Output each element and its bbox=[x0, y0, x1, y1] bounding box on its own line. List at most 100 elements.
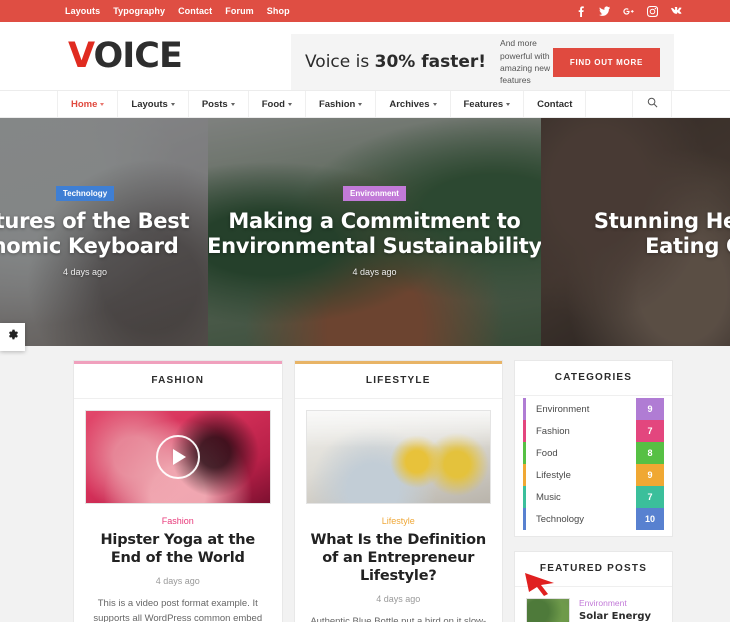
main-navigation: Home Layouts Posts Food Fashion Archives… bbox=[0, 90, 730, 118]
nav-item-layouts[interactable]: Layouts bbox=[118, 91, 189, 117]
category-row-technology[interactable]: Technology 10 bbox=[523, 508, 664, 530]
category-row-fashion[interactable]: Fashion 7 bbox=[523, 420, 664, 442]
slide-title-line1: Stunning Health bbox=[593, 209, 730, 234]
widget-categories: CATEGORIES Environment 9 Fashion 7 Food … bbox=[514, 360, 673, 537]
nav-item-fashion-label: Fashion bbox=[318, 98, 356, 110]
top-bar: Layouts Typography Contact Forum Shop bbox=[0, 0, 730, 22]
slide-title-environment: Making a Commitment to Environmental Sus… bbox=[208, 209, 541, 259]
search-button[interactable] bbox=[632, 91, 672, 117]
card-fashion-category[interactable]: Fashion bbox=[85, 516, 271, 526]
nav-item-features[interactable]: Features bbox=[451, 91, 525, 117]
category-count-food: 8 bbox=[636, 442, 664, 464]
featured-post-title[interactable]: Solar Energy for Mother Earth and Everyd… bbox=[579, 610, 661, 622]
nav-item-home-label: Home bbox=[71, 98, 98, 110]
category-count-music: 7 bbox=[636, 486, 664, 508]
chevron-down-icon bbox=[100, 102, 105, 106]
promo-title: Voice is 30% faster! bbox=[305, 52, 486, 72]
slide-date-technology: 4 days ago bbox=[62, 266, 108, 277]
facebook-icon[interactable] bbox=[575, 5, 586, 17]
slide-environment[interactable]: Environment Making a Commitment to Envir… bbox=[208, 118, 541, 346]
category-name-lifestyle: Lifestyle bbox=[536, 469, 571, 481]
slide-badge-environment[interactable]: Environment bbox=[343, 186, 406, 202]
card-lifestyle-category[interactable]: Lifestyle bbox=[306, 516, 492, 526]
topbar-link-layouts[interactable]: Layouts bbox=[65, 6, 100, 16]
nav-item-food[interactable]: Food bbox=[249, 91, 306, 117]
logo-first-letter: V bbox=[68, 36, 95, 76]
card-fashion-heading: FASHION bbox=[74, 364, 282, 399]
slide-food[interactable]: Food Stunning Health Eating Choc 4 days … bbox=[541, 118, 730, 346]
slide-technology[interactable]: Technology atures of the Best nomic Keyb… bbox=[0, 118, 208, 346]
category-name-technology: Technology bbox=[536, 513, 585, 525]
chevron-down-icon bbox=[358, 102, 363, 106]
nav-item-archives[interactable]: Archives bbox=[376, 91, 451, 117]
category-row-environment[interactable]: Environment 9 bbox=[523, 398, 664, 420]
slide-title-line1: Making a Commitment to bbox=[228, 209, 521, 234]
slide-title-line2: Environmental Sustainability bbox=[208, 234, 541, 258]
nav-item-food-label: Food bbox=[261, 98, 285, 110]
chevron-down-icon bbox=[506, 102, 511, 106]
search-icon bbox=[647, 95, 658, 113]
card-fashion-thumbnail[interactable] bbox=[85, 410, 271, 504]
nav-item-posts[interactable]: Posts bbox=[189, 91, 249, 117]
categories-heading: CATEGORIES bbox=[515, 361, 672, 396]
category-row-music[interactable]: Music 7 bbox=[523, 486, 664, 508]
find-out-more-button[interactable]: FIND OUT MORE bbox=[552, 47, 660, 77]
card-fashion: FASHION Fashion Hipster Yoga at the End … bbox=[73, 360, 283, 622]
slide-badge-technology[interactable]: Technology bbox=[55, 186, 115, 202]
category-name-food: Food bbox=[536, 447, 558, 459]
card-fashion-title[interactable]: Hipster Yoga at the End of the World bbox=[85, 531, 271, 567]
slide-title-line2: Eating Choc bbox=[645, 234, 730, 258]
slide-title-line2: nomic Keyboard bbox=[0, 234, 179, 258]
nav-item-layouts-label: Layouts bbox=[131, 98, 168, 110]
instagram-icon[interactable] bbox=[647, 5, 658, 17]
featured-post-thumbnail[interactable] bbox=[526, 598, 570, 622]
topbar-link-typography[interactable]: Typography bbox=[113, 6, 165, 16]
category-count-environment: 9 bbox=[636, 398, 664, 420]
theme-settings-button[interactable] bbox=[0, 323, 25, 351]
chevron-down-icon bbox=[287, 102, 292, 106]
category-row-food[interactable]: Food 8 bbox=[523, 442, 664, 464]
nav-item-fashion[interactable]: Fashion bbox=[306, 91, 377, 117]
hero-slider: Technology atures of the Best nomic Keyb… bbox=[0, 118, 730, 351]
promo-subtitle-line1: And more powerful with bbox=[500, 38, 550, 61]
categories-list: Environment 9 Fashion 7 Food 8 Lifestyle… bbox=[515, 396, 672, 536]
featured-post-item[interactable]: Environment Solar Energy for Mother Eart… bbox=[515, 587, 672, 622]
gear-icon bbox=[6, 328, 19, 346]
slide-title-line1: atures of the Best bbox=[0, 209, 190, 234]
nav-item-archives-label: Archives bbox=[389, 98, 430, 110]
slide-title-food: Stunning Health Eating Choc bbox=[594, 209, 730, 259]
card-lifestyle: LIFESTYLE Lifestyle What Is the Definiti… bbox=[293, 360, 503, 622]
promo-title-bold: 30% faster! bbox=[374, 52, 487, 72]
topbar-link-forum[interactable]: Forum bbox=[225, 6, 254, 16]
featured-post-category[interactable]: Environment bbox=[579, 598, 661, 608]
google-plus-icon[interactable] bbox=[623, 6, 634, 17]
nav-item-contact[interactable]: Contact bbox=[524, 91, 587, 117]
category-name-fashion: Fashion bbox=[536, 425, 570, 437]
chevron-down-icon bbox=[432, 102, 437, 106]
promo-subtitle-line2: amazing new features bbox=[500, 63, 551, 86]
logo-rest: OICE bbox=[93, 36, 182, 76]
nav-item-posts-label: Posts bbox=[201, 98, 228, 110]
category-count-technology: 10 bbox=[636, 508, 664, 530]
card-fashion-date: 4 days ago bbox=[155, 576, 200, 587]
card-lifestyle-heading: LIFESTYLE bbox=[294, 364, 502, 399]
promo-banner: Voice is 30% faster! And more powerful w… bbox=[291, 34, 674, 90]
card-lifestyle-thumbnail[interactable] bbox=[305, 410, 491, 504]
nav-item-home[interactable]: Home bbox=[57, 91, 119, 117]
category-row-lifestyle[interactable]: Lifestyle 9 bbox=[523, 464, 664, 486]
twitter-icon[interactable] bbox=[599, 6, 610, 17]
nav-item-contact-label: Contact bbox=[537, 98, 573, 110]
site-logo[interactable]: VOICE bbox=[68, 36, 183, 76]
chevron-down-icon bbox=[230, 102, 235, 106]
social-links bbox=[575, 5, 682, 17]
widget-featured-posts: FEATURED POSTS Environment Solar Energy … bbox=[514, 551, 673, 622]
slide-date-food: 4 days ago bbox=[594, 267, 730, 277]
play-icon[interactable] bbox=[155, 435, 200, 479]
card-lifestyle-title[interactable]: What Is the Definition of an Entrepreneu… bbox=[306, 531, 492, 585]
content-area: FASHION Fashion Hipster Yoga at the End … bbox=[0, 346, 730, 622]
promo-title-light: Voice is bbox=[305, 52, 375, 72]
vk-icon[interactable] bbox=[671, 6, 682, 17]
topbar-link-shop[interactable]: Shop bbox=[267, 6, 290, 16]
sidebar: CATEGORIES Environment 9 Fashion 7 Food … bbox=[514, 360, 673, 622]
topbar-link-contact[interactable]: Contact bbox=[178, 6, 212, 16]
